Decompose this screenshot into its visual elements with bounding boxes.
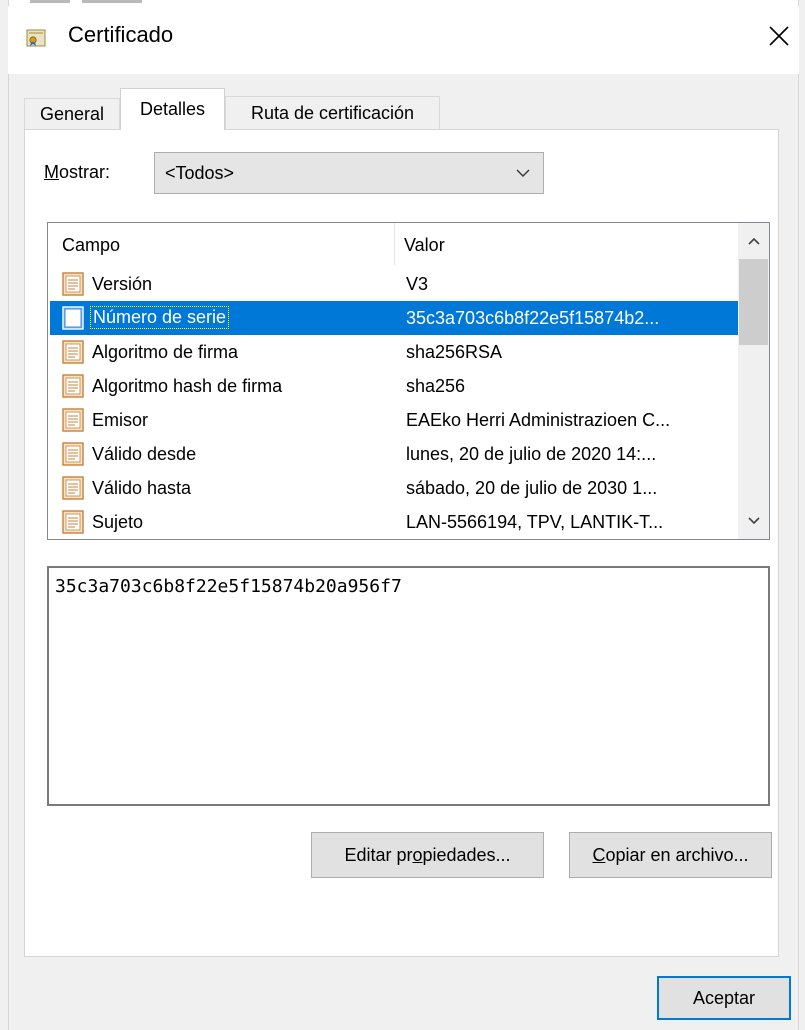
tab-detalles[interactable]: Detalles <box>120 88 225 130</box>
column-divider[interactable] <box>394 223 395 265</box>
scroll-down-button[interactable] <box>738 503 769 539</box>
row-campo: Emisor <box>92 410 149 430</box>
list-row[interactable]: Número de serie 35c3a703c6b8f22e5f15874b2… <box>50 301 738 335</box>
tab-general[interactable]: General <box>24 98 120 130</box>
row-valor: sábado, 20 de julio de 2030 1... <box>406 478 658 498</box>
window-frame-left <box>0 0 9 1030</box>
row-campo: Número de serie <box>90 306 230 329</box>
field-icon <box>62 374 84 398</box>
row-valor: V3 <box>406 274 429 294</box>
row-valor: sha256RSA <box>406 342 503 362</box>
list-scrollbar[interactable] <box>738 223 769 539</box>
editar-propiedades-button[interactable]: Editar pr o piedades... <box>311 832 544 878</box>
row-campo: Algoritmo hash de firma <box>92 376 283 396</box>
column-header-valor[interactable]: Valor <box>404 235 445 256</box>
row-valor: sha256 <box>406 376 466 396</box>
mostrar-label: Mostrar: <box>44 162 111 182</box>
field-icon <box>62 510 84 534</box>
row-campo: Sujeto <box>92 512 144 532</box>
scroll-up-button[interactable] <box>738 223 769 259</box>
row-campo: Válido desde <box>92 444 197 464</box>
list-row[interactable]: Válido hasta sábado, 20 de julio de 2030 … <box>50 471 738 505</box>
close-button[interactable] <box>762 16 796 56</box>
chevron-down-icon <box>515 165 531 186</box>
list-row[interactable]: Sujeto LAN-5566194, TPV, LANTIK-T... <box>50 505 738 539</box>
aceptar-button[interactable]: Aceptar <box>657 976 791 1020</box>
certificate-icon <box>26 29 46 47</box>
field-icon <box>62 476 84 500</box>
chevron-up-icon <box>747 237 760 245</box>
row-valor: EAEko Herri Administrazioen C... <box>406 410 671 430</box>
list-row[interactable]: Emisor EAEko Herri Administrazioen C... <box>50 403 738 437</box>
row-valor: lunes, 20 de julio de 2020 14:... <box>406 444 657 464</box>
row-campo: Algoritmo de firma <box>92 342 239 362</box>
field-icon <box>62 340 84 364</box>
close-icon <box>769 26 789 46</box>
window-frame-right <box>798 0 805 1030</box>
column-header-campo[interactable]: Campo <box>62 235 120 256</box>
window-title: Certificado <box>68 22 174 47</box>
field-value-text: 35c3a703c6b8f22e5f15874b20a956f7 <box>55 576 402 597</box>
row-campo: Válido hasta <box>92 478 192 498</box>
row-valor: LAN-5566194, TPV, LANTIK-T... <box>406 512 664 532</box>
list-row[interactable]: Algoritmo de firma sha256RSA <box>50 335 738 369</box>
mostrar-dropdown[interactable]: <Todos> <box>154 152 544 194</box>
list-row[interactable]: Algoritmo hash de firma sha256 <box>50 369 738 403</box>
field-icon <box>62 442 84 466</box>
list-header: Campo Valor <box>48 223 738 265</box>
chevron-down-icon <box>747 517 760 525</box>
field-value-textbox[interactable]: 35c3a703c6b8f22e5f15874b20a956f7 <box>47 566 770 806</box>
field-icon <box>62 272 84 296</box>
scroll-thumb[interactable] <box>739 259 768 345</box>
row-campo: Versión <box>92 274 153 294</box>
row-valor: 35c3a703c6b8f22e5f15874b2... <box>406 308 660 328</box>
mostrar-selected-value: <Todos> <box>165 163 235 183</box>
field-icon <box>62 306 84 330</box>
fields-list[interactable]: Campo Valor Versión V3 Número de serie 35c3… <box>47 222 770 540</box>
copiar-en-archivo-button[interactable]: Copiar en archivo... <box>569 832 772 878</box>
field-icon <box>62 408 84 432</box>
tab-ruta-certificacion[interactable]: Ruta de certificación <box>225 96 440 130</box>
list-row[interactable]: Válido desde lunes, 20 de julio de 2020 1… <box>50 437 738 471</box>
list-row[interactable]: Versión V3 <box>50 267 738 301</box>
